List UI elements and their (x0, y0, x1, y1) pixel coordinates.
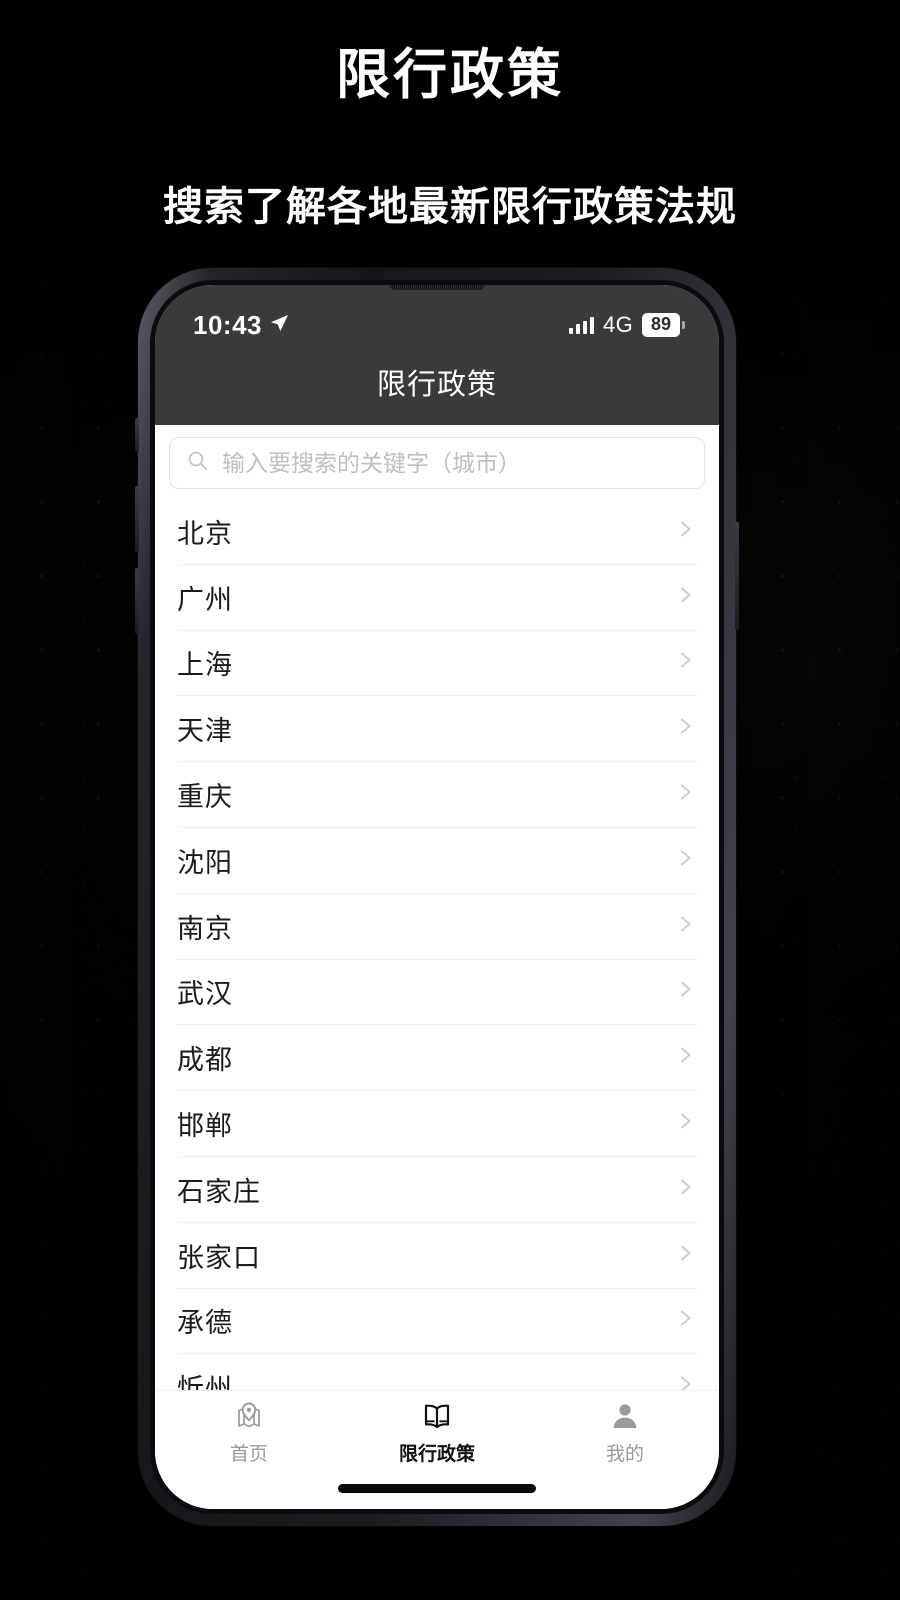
city-name-label: 天津 (177, 716, 233, 747)
power-button[interactable] (735, 522, 739, 630)
city-list-item[interactable]: 张家口 (177, 1223, 697, 1289)
chevron-right-icon (675, 847, 697, 874)
volume-down-button[interactable] (135, 568, 139, 634)
battery-level-label: 89 (642, 312, 680, 338)
city-list-item[interactable]: 天津 (177, 696, 697, 763)
city-name-label: 邯郸 (177, 1111, 233, 1142)
city-name-label: 承德 (177, 1308, 233, 1339)
city-name-label: 石家庄 (177, 1176, 261, 1207)
chevron-right-icon (675, 1307, 697, 1334)
city-list[interactable]: 北京广州上海天津重庆沈阳南京武汉成都邯郸石家庄张家口承德忻州 (155, 499, 719, 1390)
battery-cap (682, 321, 685, 329)
phone-screen: 10:43 4G 89 限行政策 输入要搜索的关键字（城市） 北京 广州 上海 … (155, 285, 719, 1509)
status-bar-left: 10:43 (193, 310, 289, 341)
city-name-label: 上海 (177, 650, 233, 681)
page-title: 限行政策 (155, 351, 719, 425)
chevron-right-icon (675, 649, 697, 676)
city-list-item[interactable]: 广州 (177, 565, 697, 631)
chevron-right-icon (675, 913, 697, 940)
city-list-item[interactable]: 承德 (177, 1289, 697, 1355)
city-list-item[interactable]: 上海 (177, 631, 697, 697)
status-bar: 10:43 4G 89 (155, 285, 719, 351)
person-icon (609, 1399, 641, 1433)
tab-home[interactable]: 首页 (155, 1399, 343, 1466)
search-icon (186, 449, 210, 478)
city-name-label: 成都 (177, 1045, 233, 1076)
city-list-item[interactable]: 南京 (177, 894, 697, 960)
tab-label: 限行政策 (398, 1444, 475, 1465)
bottom-tab-bar[interactable]: 首页 限行政策 我的 (155, 1390, 719, 1470)
battery-indicator: 89 (642, 312, 685, 338)
chevron-right-icon (675, 1242, 697, 1269)
tab-policy[interactable]: 限行政策 (343, 1399, 531, 1466)
chevron-right-icon (675, 584, 697, 611)
silent-switch-button[interactable] (135, 418, 139, 452)
map-pin-icon (233, 1399, 265, 1433)
city-name-label: 重庆 (177, 782, 233, 813)
city-name-label: 南京 (177, 913, 233, 944)
city-list-item[interactable]: 成都 (177, 1025, 697, 1092)
city-list-item[interactable]: 武汉 (177, 960, 697, 1026)
city-name-label: 北京 (177, 518, 233, 549)
chevron-right-icon (675, 1176, 697, 1203)
location-arrow-icon (269, 313, 289, 338)
promo-copy: 限行政策 搜索了解各地最新限行政策法规 (0, 44, 900, 232)
promo-screenshot-stage: 限行政策 搜索了解各地最新限行政策法规 10:43 4G 89 限行政策 输入要… (0, 0, 900, 1600)
city-name-label: 武汉 (177, 979, 233, 1010)
home-indicator-bar (155, 1470, 719, 1509)
earpiece-speaker-notch (389, 285, 485, 290)
chevron-right-icon (675, 715, 697, 742)
phone-bezel: 10:43 4G 89 限行政策 输入要搜索的关键字（城市） 北京 广州 上海 … (150, 280, 724, 1514)
promo-title: 限行政策 (336, 45, 564, 105)
search-section (155, 425, 719, 499)
city-name-label: 忻州 (177, 1374, 233, 1390)
status-bar-right: 4G 89 (568, 312, 685, 338)
city-list-item[interactable]: 忻州 (177, 1354, 697, 1390)
city-list-item[interactable]: 石家庄 (177, 1157, 697, 1223)
city-list-item[interactable]: 重庆 (177, 762, 697, 828)
city-list-item[interactable]: 北京 (177, 499, 697, 565)
tab-label: 我的 (605, 1444, 644, 1465)
tab-label: 首页 (229, 1444, 268, 1465)
volume-up-button[interactable] (135, 486, 139, 552)
city-name-label: 广州 (177, 584, 233, 615)
city-name-label: 张家口 (177, 1242, 261, 1273)
chevron-right-icon (675, 518, 697, 545)
chevron-right-icon (675, 781, 697, 808)
status-time: 10:43 (193, 309, 262, 340)
promo-subtitle: 搜索了解各地最新限行政策法规 (163, 184, 737, 229)
phone-device-frame: 10:43 4G 89 限行政策 输入要搜索的关键字（城市） 北京 广州 上海 … (135, 268, 739, 1526)
tab-profile[interactable]: 我的 (531, 1399, 719, 1466)
city-name-label: 沈阳 (177, 847, 233, 878)
chevron-right-icon (675, 1373, 697, 1390)
chevron-right-icon (675, 1110, 697, 1137)
chevron-right-icon (675, 978, 697, 1005)
city-list-item[interactable]: 邯郸 (177, 1091, 697, 1157)
search-box[interactable] (169, 437, 705, 489)
open-book-icon (421, 1399, 453, 1433)
signal-bars-icon (568, 316, 595, 334)
chevron-right-icon (675, 1044, 697, 1071)
network-type-label: 4G (603, 312, 633, 337)
search-input[interactable] (222, 449, 688, 477)
city-list-item[interactable]: 沈阳 (177, 828, 697, 894)
